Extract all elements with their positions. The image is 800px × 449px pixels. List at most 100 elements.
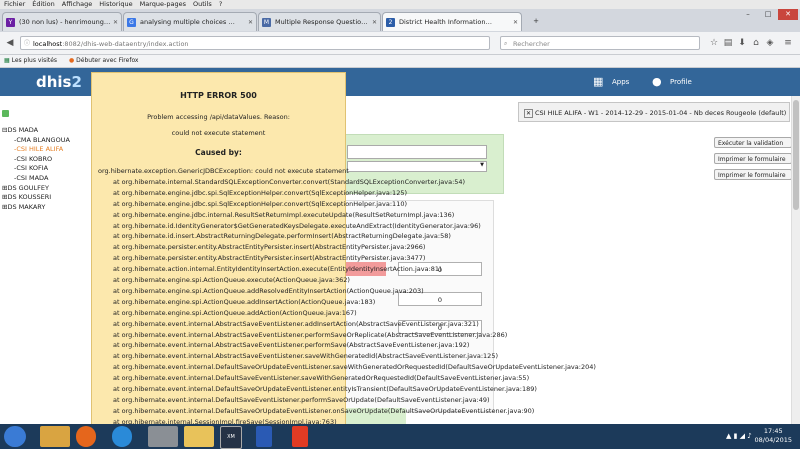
- clock-time: 17:45: [763, 427, 783, 435]
- logo-text: dhis: [36, 73, 72, 91]
- reading-list-icon[interactable]: ▤: [722, 37, 734, 49]
- bookmarks-bar: ▦ Les plus visités ● Débuter avec Firefo…: [0, 55, 800, 68]
- tree-item[interactable]: -CSI KOBRO: [14, 155, 52, 163]
- download-icon[interactable]: ⬇: [736, 37, 748, 49]
- menu-item-0[interactable]: Fichier: [4, 0, 25, 8]
- browser-tab-1[interactable]: Ganalysing multiple choices … ✕: [123, 12, 257, 31]
- tab-close-icon[interactable]: ✕: [113, 13, 118, 31]
- apps-link[interactable]: Apps: [612, 78, 629, 86]
- error-reason-line: could not execute statement: [171, 129, 266, 137]
- stack-trace-line: at org.hibernate.event.internal.Abstract…: [113, 352, 498, 361]
- logo-number: 2: [71, 73, 82, 91]
- stack-trace-line: at org.hibernate.engine.spi.ActionQueue.…: [113, 286, 424, 295]
- print-form-button[interactable]: Imprimer le formulaire: [714, 153, 792, 164]
- new-tab-icon[interactable]: +: [526, 16, 546, 27]
- close-window-icon[interactable]: ✕: [778, 9, 798, 20]
- scrollbar-thumb[interactable]: [793, 100, 799, 210]
- internet-explorer-icon[interactable]: [112, 426, 132, 447]
- firefox-icon: ●: [68, 57, 75, 64]
- bookmark-most-visited[interactable]: Les plus visités: [12, 57, 57, 64]
- error-title: HTTP ERROR 500: [180, 91, 257, 100]
- tab-close-icon[interactable]: ✕: [248, 13, 253, 31]
- form-select-1[interactable]: [347, 145, 487, 159]
- back-icon[interactable]: ◀: [4, 37, 16, 49]
- clock-date: 08/04/2015: [754, 436, 792, 444]
- stack-trace-line: at org.hibernate.event.internal.Abstract…: [113, 330, 508, 339]
- stack-trace-line: at org.hibernate.event.internal.DefaultS…: [113, 406, 535, 415]
- search-input[interactable]: ⌕ Rechercher: [500, 36, 700, 50]
- word-icon[interactable]: [256, 426, 272, 447]
- tree-item[interactable]: -CMA BLANGOUA: [14, 136, 70, 144]
- tab-favicon-icon: G: [127, 18, 136, 27]
- minimize-icon[interactable]: –: [738, 9, 758, 20]
- tree-item[interactable]: ⊞DS MAKARY: [2, 203, 45, 211]
- stack-trace-line: at org.hibernate.event.internal.DefaultS…: [113, 395, 490, 404]
- tree-item-label: CSI MADA: [16, 174, 49, 182]
- info-icon: ⓘ: [24, 40, 31, 47]
- tree-item[interactable]: ⊟DS MADA: [2, 126, 38, 134]
- dhis-logo[interactable]: dhis2: [36, 73, 82, 91]
- tab-close-icon[interactable]: ✕: [513, 13, 518, 31]
- run-validation-button[interactable]: Exécuter la validation: [714, 137, 792, 148]
- firefox-taskbar-icon[interactable]: [76, 426, 96, 447]
- stack-trace-line: at org.hibernate.event.internal.DefaultS…: [113, 374, 530, 383]
- xmind-icon[interactable]: XM: [220, 426, 242, 449]
- home-icon[interactable]: ⌂: [750, 37, 762, 49]
- page-scrollbar[interactable]: [791, 96, 800, 424]
- menu-item-6[interactable]: ?: [219, 0, 222, 8]
- menu-item-3[interactable]: Historique: [99, 0, 132, 8]
- profile-link[interactable]: Profile: [670, 78, 692, 86]
- start-button-icon[interactable]: [4, 426, 26, 447]
- tree-item[interactable]: -CSI HILE ALIFA: [14, 145, 63, 153]
- stack-trace-line: at org.hibernate.engine.spi.ActionQueue.…: [113, 276, 350, 284]
- tab-favicon-icon: 2: [386, 18, 395, 27]
- pdf-icon[interactable]: [292, 426, 308, 447]
- tree-item[interactable]: ⊞DS GOULFEY: [2, 184, 49, 192]
- explorer-icon[interactable]: [40, 426, 70, 447]
- navigation-bar: ◀ ⓘ localhost:8082/dhis-web-dataentry/in…: [0, 32, 800, 55]
- tree-item[interactable]: ⊞DS KOUSSERI: [2, 193, 51, 201]
- stack-trace-line: at org.hibernate.id.IdentityGenerator$Ge…: [113, 221, 481, 230]
- media-icon[interactable]: [148, 426, 178, 447]
- tree-item-label: CSI HILE ALIFA: [16, 145, 64, 154]
- tab-favicon-icon: M: [262, 18, 271, 27]
- tree-item[interactable]: -CSI MADA: [14, 174, 48, 182]
- tree-item[interactable]: -CSI KOFIA: [14, 164, 48, 172]
- bookmark-getting-started[interactable]: Débuter avec Firefox: [76, 57, 138, 64]
- folder-icon[interactable]: [184, 426, 214, 447]
- stack-trace-line: at org.hibernate.id.insert.AbstractRetur…: [113, 232, 451, 241]
- system-clock[interactable]: 17:45 08/04/2015: [755, 427, 792, 445]
- system-tray-icons[interactable]: ▲ ▮ ◢ ♪: [726, 432, 752, 440]
- star-icon[interactable]: ☆: [708, 37, 720, 49]
- close-selection-icon[interactable]: ✕: [524, 109, 533, 118]
- url-host: localhost: [33, 40, 63, 48]
- browser-tab-3[interactable]: 2 District Health Information… ✕: [382, 12, 522, 31]
- menu-item-1[interactable]: Édition: [32, 0, 55, 8]
- stack-trace-line: at org.hibernate.engine.jdbc.spi.SqlExce…: [113, 199, 408, 208]
- tab-label: (30 non lus) - henrimoung…: [19, 18, 111, 26]
- print-blank-form-button[interactable]: Imprimer le formulaire: [714, 169, 792, 180]
- pocket-icon[interactable]: ◈: [764, 37, 776, 49]
- windows-taskbar: XM ▲ ▮ ◢ ♪ 17:45 08/04/2015: [0, 424, 800, 449]
- menu-item-4[interactable]: Marque-pages: [140, 0, 186, 8]
- menu-item-2[interactable]: Affichage: [62, 0, 93, 8]
- browser-tab-2[interactable]: M Multiple Response Questio… ✕: [258, 12, 381, 31]
- maximize-icon[interactable]: □: [758, 9, 778, 20]
- stack-trace-line: at org.hibernate.persister.entity.Abstra…: [113, 254, 426, 263]
- url-bar[interactable]: ⓘ localhost:8082/dhis-web-dataentry/inde…: [20, 36, 490, 50]
- stack-trace-line: at org.hibernate.event.internal.Abstract…: [113, 341, 470, 350]
- profile-icon[interactable]: ●: [652, 75, 662, 88]
- apps-grid-icon[interactable]: ▦: [593, 76, 607, 88]
- hamburger-menu-icon[interactable]: ≡: [782, 37, 794, 49]
- search-icon: ⌕: [504, 40, 508, 47]
- menu-bar: Fichier Édition Affichage Historique Marque-…: [0, 0, 800, 9]
- menu-item-5[interactable]: Outils: [193, 0, 212, 8]
- tab-bar: – □ ✕ Y (30 non lus) - henrimoung… ✕ Ganaly…: [0, 9, 800, 32]
- tree-item-label: DS MAKARY: [7, 202, 46, 211]
- tab-label: analysing multiple choices …: [140, 18, 235, 26]
- url-path: :8082/dhis-web-dataentry/index.action: [62, 40, 189, 48]
- tab-close-icon[interactable]: ✕: [372, 13, 377, 31]
- form-select-2[interactable]: ▼: [347, 161, 487, 172]
- browser-tab-0[interactable]: Y (30 non lus) - henrimoung… ✕: [2, 12, 122, 31]
- stack-trace-line: org.hibernate.exception.GenericJDBCExcep…: [98, 167, 349, 175]
